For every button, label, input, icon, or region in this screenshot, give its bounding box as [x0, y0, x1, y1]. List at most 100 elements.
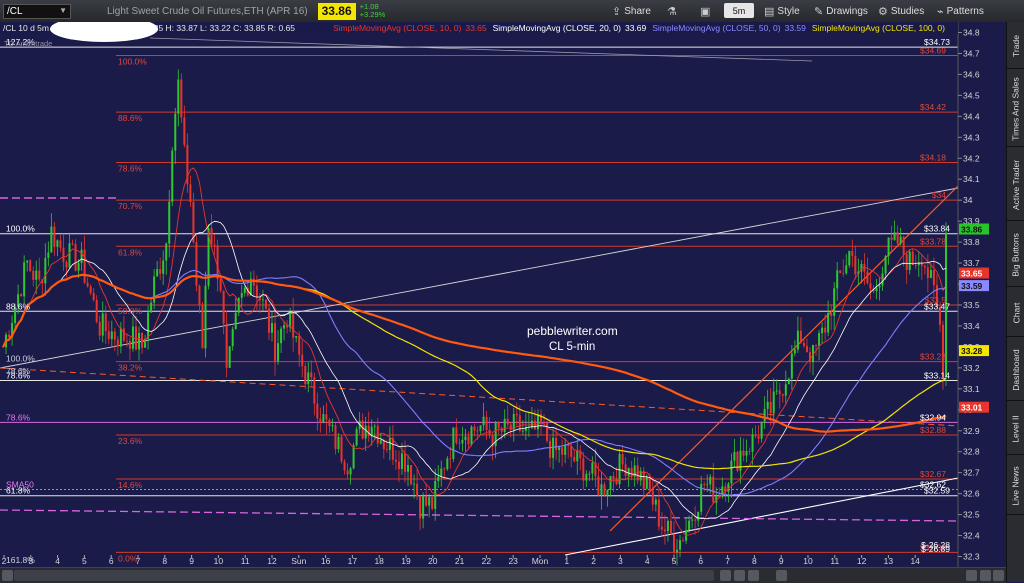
- candle-body-83: [252, 278, 255, 286]
- chevron-down-icon[interactable]: ▼: [59, 6, 67, 15]
- x-tick-label-22: 2: [591, 556, 596, 566]
- sidebar-tab-trade[interactable]: Trade: [1007, 24, 1024, 69]
- candle-body-220: [666, 520, 669, 532]
- flask-button[interactable]: ⚗: [667, 3, 677, 19]
- candle-body-209: [633, 465, 636, 477]
- candle-body-53: [162, 260, 165, 274]
- candle-body-242: [733, 451, 736, 461]
- candle-body-49: [150, 302, 153, 313]
- patterns-button[interactable]: ⌁ Patterns: [937, 3, 984, 19]
- candle-body-99: [301, 354, 304, 367]
- price-change: +1.08 +3.29%: [360, 3, 386, 19]
- candle-body-244: [739, 450, 742, 471]
- symbol-input[interactable]: /CL ▼: [3, 3, 71, 19]
- magnifier-icon[interactable]: [720, 570, 731, 581]
- y-tick-label-3: 32.6: [963, 489, 980, 499]
- y-tick-label-9: 33.2: [963, 363, 980, 373]
- candle-body-125: [379, 440, 382, 444]
- candle-body-37: [113, 331, 116, 340]
- sidebar-tab-times-and-sales[interactable]: Times And Sales: [1007, 72, 1024, 147]
- candle-body-302: [914, 265, 917, 266]
- candle-body-29: [89, 286, 92, 294]
- drawings-button[interactable]: ✎ Drawings: [814, 3, 868, 19]
- candle-body-22: [68, 243, 71, 268]
- candle-body-71: [216, 245, 219, 280]
- candle-body-170: [515, 413, 518, 416]
- candle-body-38: [116, 339, 119, 347]
- sidebar-tab-chart[interactable]: Chart: [1007, 290, 1024, 337]
- study-label-2[interactable]: SimpleMovingAvg (CLOSE, 50, 0): [652, 23, 781, 33]
- candle-body-23: [71, 243, 74, 245]
- last-price-badge: 33.86: [317, 2, 356, 20]
- candle-body-48: [147, 312, 150, 339]
- scroll-left-icon[interactable]: [2, 570, 13, 581]
- x-tick-label-7: 9: [189, 556, 194, 566]
- studies-button[interactable]: ⚙ Studies: [878, 3, 924, 19]
- bottom-toolbar: [0, 567, 1006, 583]
- x-tick-label-13: 17: [348, 556, 358, 566]
- collapse-icon[interactable]: [993, 570, 1004, 581]
- candle-body-192: [582, 458, 585, 481]
- candle-body-111: [337, 436, 340, 450]
- sidebar-tab-label: Chart: [1011, 302, 1022, 324]
- candle-body-87: [264, 299, 267, 309]
- zoom-out-icon[interactable]: [734, 570, 745, 581]
- price-chart[interactable]: 100.0%$34.6988.6%$34.4278.6%$34.1870.7%$…: [0, 22, 1006, 567]
- candle-body-129: [391, 437, 394, 460]
- x-tick-label-3: 5: [82, 556, 87, 566]
- sidebar-tab-label: Dashboard: [1011, 349, 1021, 391]
- sidebar-tab-live-news[interactable]: Live News: [1007, 458, 1024, 515]
- candle-body-224: [679, 540, 682, 550]
- candle-body-290: [878, 285, 881, 288]
- study-value-2: 33.59: [785, 23, 807, 33]
- candle-body-76: [231, 329, 234, 347]
- x-tick-label-24: 4: [645, 556, 650, 566]
- candle-body-166: [503, 418, 506, 432]
- settings-icon[interactable]: [966, 570, 977, 581]
- pan-icon[interactable]: [776, 570, 787, 581]
- x-tick-label-14: 18: [374, 556, 384, 566]
- candle-body-86: [261, 299, 264, 301]
- candle-body-11: [35, 270, 38, 280]
- candle-body-127: [385, 449, 388, 450]
- sidebar-tab-level-ii[interactable]: Level II: [1007, 404, 1024, 455]
- study-label-1[interactable]: SimpleMovingAvg (CLOSE, 20, 0): [493, 23, 622, 33]
- axis-badge-label-4: 33.01: [961, 403, 983, 413]
- study-label-3[interactable]: SimpleMovingAvg (CLOSE, 100, 0): [812, 23, 945, 33]
- camera-button[interactable]: ▣: [700, 3, 710, 19]
- study-label-0[interactable]: SimpleMovingAvg (CLOSE, 10, 0): [333, 23, 462, 33]
- share-button[interactable]: ⇪ Share: [612, 3, 651, 19]
- candle-body-292: [884, 256, 887, 274]
- candle-body-235: [712, 476, 715, 503]
- candle-body-245: [742, 450, 745, 456]
- x-tick-label-34: 14: [910, 556, 920, 566]
- y-axis-background: [958, 22, 1006, 567]
- sidebar-tab-dashboard[interactable]: Dashboard: [1007, 340, 1024, 401]
- zoom-in-icon[interactable]: [748, 570, 759, 581]
- candle-body-144: [437, 476, 440, 482]
- style-button[interactable]: ▤ Style: [764, 3, 800, 19]
- candle-body-243: [736, 451, 739, 471]
- x-tick-label-33: 13: [884, 556, 894, 566]
- studies-legend: SimpleMovingAvg (CLOSE, 10, 0) 33.65 Simpl…: [333, 23, 945, 33]
- extra-level-label-1: 78.6%: [6, 366, 31, 376]
- candle-body-160: [485, 416, 488, 430]
- magenta-level-pct-1: SMA50: [6, 479, 34, 489]
- horizontal-scrollbar[interactable]: [14, 570, 714, 581]
- timeframe-selector[interactable]: 5m: [724, 3, 754, 18]
- expand-icon[interactable]: [980, 570, 991, 581]
- sidebar-tab-big-buttons[interactable]: Big Buttons: [1007, 224, 1024, 287]
- candle-body-197: [597, 476, 600, 496]
- x-tick-label-4: 6: [109, 556, 114, 566]
- y-tick-label-4: 32.7: [963, 468, 980, 478]
- candle-body-263: [796, 330, 799, 350]
- x-tick-label-32: 12: [857, 556, 867, 566]
- candle-body-254: [769, 401, 772, 414]
- candle-body-110: [334, 425, 337, 450]
- candle-body-101: [307, 372, 310, 385]
- candle-body-114: [346, 470, 349, 475]
- sidebar-tab-active-trader[interactable]: Active Trader: [1007, 150, 1024, 221]
- candle-body-186: [564, 444, 567, 455]
- candle-body-150: [455, 427, 458, 443]
- candle-body-256: [775, 390, 778, 392]
